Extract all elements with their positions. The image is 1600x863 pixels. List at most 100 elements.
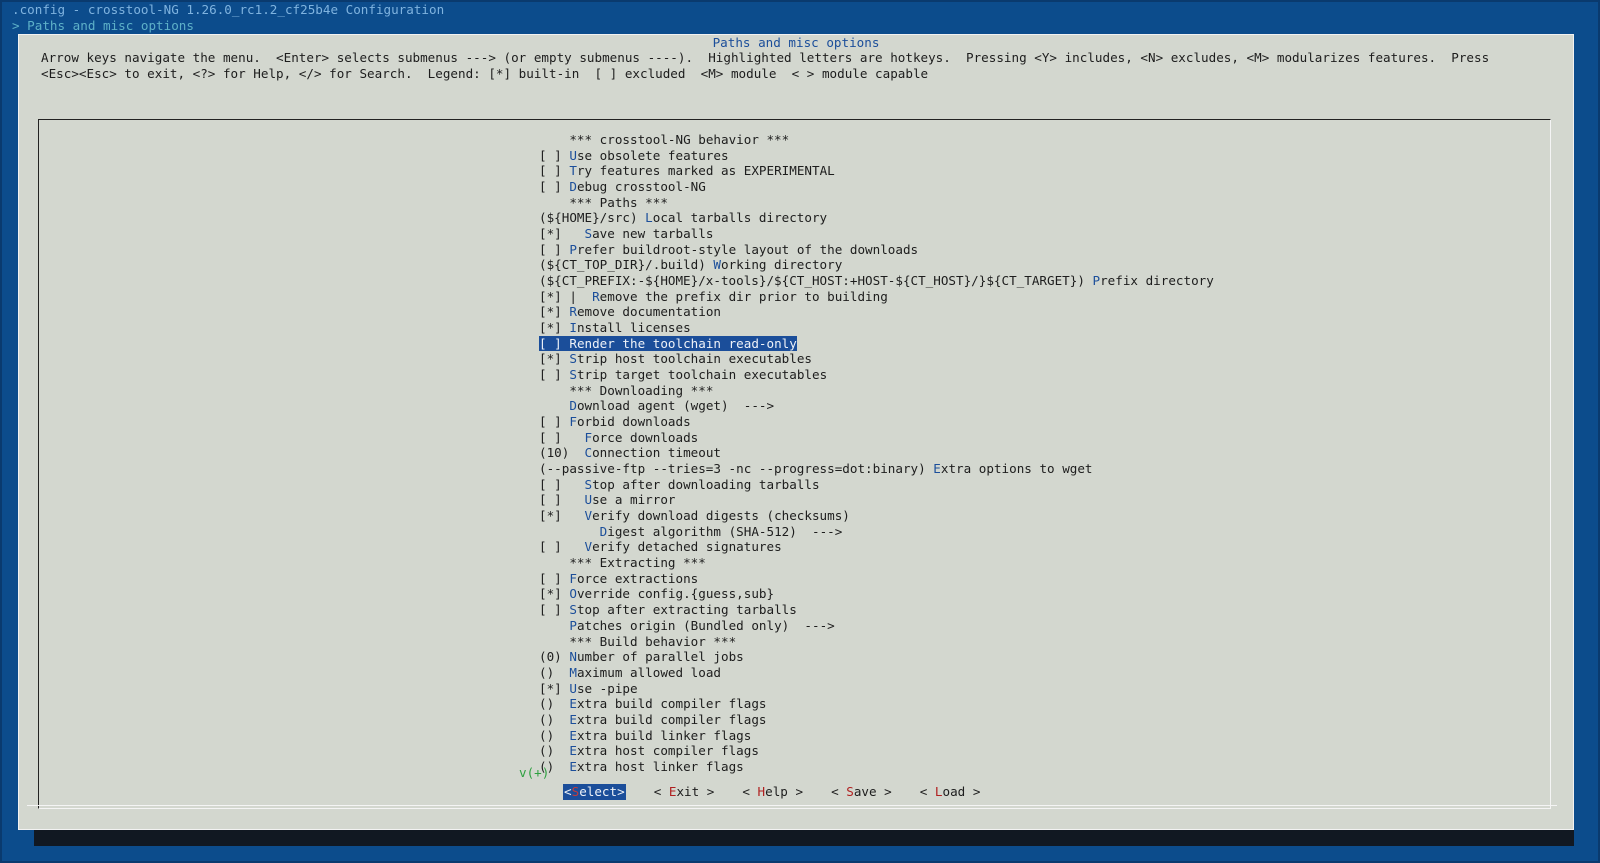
menu-item-prefix: [*] (539, 508, 585, 524)
menu-item-label: *** Build behavior *** (569, 633, 737, 649)
menu-item[interactable]: [*] | Remove the prefix dir prior to bui… (539, 289, 1214, 305)
menu-item[interactable]: [*] Remove documentation (539, 304, 1214, 320)
menu-item-hotkey: F (584, 429, 593, 445)
menu-item-prefix: [ ] (539, 492, 585, 508)
menu-item-hotkey: S (569, 351, 577, 367)
menu-item-label: onnection timeout (592, 445, 721, 461)
load-button[interactable]: < Load > (920, 784, 981, 800)
menu-item[interactable]: (${CT_TOP_DIR}/.build) Working directory (539, 257, 1214, 273)
menu-item-label: *** Extracting *** (569, 555, 706, 571)
menu-item[interactable]: [ ] Try features marked as EXPERIMENTAL (539, 163, 1214, 179)
menu-item[interactable]: [ ] Force downloads (539, 430, 1214, 446)
menu-item-prefix: (${HOME}/src) (539, 210, 646, 226)
menu-item[interactable]: [ ] Forbid downloads (539, 414, 1214, 430)
menu-item-hotkey: N (569, 649, 577, 665)
menu-item-label: igest algorithm (SHA-512) ---> (607, 523, 843, 539)
menu-item-label: ebug crosstool-NG (576, 179, 706, 195)
menu-item-prefix: (--passive-ftp --tries=3 -nc --progress=… (539, 461, 934, 477)
menu-item[interactable]: (10) Connection timeout (539, 445, 1214, 461)
menu-item-label: top after extracting tarballs (576, 602, 797, 618)
menu-item[interactable]: [ ] Force extractions (539, 571, 1214, 587)
menu-item-prefix: [ ] (539, 429, 585, 445)
save-button[interactable]: < Save > (831, 784, 892, 800)
help-button[interactable]: < Help > (742, 784, 803, 800)
menu-item[interactable]: (${HOME}/src) Local tarballs directory (539, 210, 1214, 226)
dialog-title: Paths and misc options (712, 35, 880, 50)
menu-comment: *** Paths *** (539, 195, 1214, 211)
menu-item[interactable]: [*] Verify download digests (checksums) (539, 508, 1214, 524)
menu-item[interactable]: () Maximum allowed load (539, 665, 1214, 681)
menu-item[interactable]: () Extra host linker flags (539, 759, 1214, 775)
menu-item-prefix (539, 524, 600, 539)
button-label: ave > (853, 784, 892, 799)
menu-item-label: aximum allowed load (576, 664, 721, 680)
menu-item[interactable]: () Extra build linker flags (539, 728, 1214, 744)
menu-item[interactable]: [*] Strip host toolchain executables (539, 351, 1214, 367)
menu-item-label: se -pipe (576, 680, 638, 696)
button-label: xit > (676, 784, 715, 799)
menu-item[interactable]: [ ] Use obsolete features (539, 148, 1214, 164)
menu-item[interactable]: (${CT_PREFIX:-${HOME}/x-tools}/${CT_HOST… (539, 273, 1214, 289)
menu-item[interactable]: [*] Use -pipe (539, 681, 1214, 697)
menu-item-hotkey: O (569, 586, 577, 602)
button-bracket: < (653, 784, 669, 799)
menu-item-hotkey: V (584, 508, 593, 524)
menu-item-hotkey: L (645, 210, 653, 226)
button-hotkey: H (757, 784, 766, 799)
menu-item-prefix: [*] (539, 586, 570, 602)
menu-item-hotkey: U (569, 680, 577, 696)
menu-item[interactable]: (0) Number of parallel jobs (539, 649, 1214, 665)
menu-item-prefix: (10) (539, 445, 585, 461)
menu-item-prefix: [ ] (539, 147, 570, 163)
menu-item-prefix: [ ] (539, 414, 570, 430)
menu-item-hotkey: P (569, 617, 577, 633)
menu-item[interactable]: [ ] Prefer buildroot-style layout of the… (539, 242, 1214, 258)
menu-item-prefix: [ ] (539, 476, 585, 492)
menu-item[interactable]: [*] Save new tarballs (539, 226, 1214, 242)
menu-item-prefix: [ ] (539, 335, 570, 351)
menu-item[interactable]: [ ] Stop after downloading tarballs (539, 477, 1214, 493)
menu-item[interactable]: () Extra build compiler flags (539, 696, 1214, 712)
button-bracket: < (742, 784, 758, 799)
menu-item[interactable]: [*] Install licenses (539, 320, 1214, 336)
menu-item-label: emove the prefix dir prior to building (599, 288, 888, 304)
menu-item-hotkey: E (933, 461, 941, 477)
menu-item-prefix: [ ] (539, 367, 570, 383)
menu-item-label: *** Downloading *** (569, 382, 714, 398)
menu-item-prefix: () (539, 696, 570, 712)
menu-item[interactable]: [ ] Stop after extracting tarballs (539, 602, 1214, 618)
menu-item[interactable]: [ ] Verify detached signatures (539, 539, 1214, 555)
menu-item-label: xtra build linker flags (576, 727, 752, 743)
exit-button[interactable]: < Exit > (654, 784, 715, 800)
menu-item-prefix (539, 634, 569, 649)
menu-item-label: trip host toolchain executables (576, 351, 812, 367)
menu-item[interactable]: Download agent (wget) ---> (539, 398, 1214, 414)
menu-item-prefix (539, 618, 569, 633)
menu-item[interactable]: () Extra host compiler flags (539, 743, 1214, 759)
menu-item-label: umber of parallel jobs (576, 649, 744, 665)
menu-item-hotkey: W (713, 257, 721, 273)
menu-item-prefix (539, 195, 569, 210)
select-button[interactable]: <Select> (563, 784, 626, 800)
menu-item-hotkey: S (569, 602, 577, 618)
menu-item-hotkey: D (569, 179, 577, 195)
menu-item-label: refix directory (1100, 273, 1214, 289)
menu-box: *** crosstool-NG behavior ***[ ] Use obs… (38, 119, 1551, 809)
menu-item[interactable]: [ ] Render the toolchain read-only (539, 335, 1214, 352)
menu-item[interactable]: Patches origin (Bundled only) ---> (539, 618, 1214, 634)
menu-item[interactable]: [ ] Debug crosstool-NG (539, 179, 1214, 195)
button-label: oad > (942, 784, 981, 799)
menu-item[interactable]: [ ] Use a mirror (539, 492, 1214, 508)
menu-item-prefix: [ ] (539, 602, 570, 618)
menu-item[interactable]: [*] Override config.{guess,sub} (539, 586, 1214, 602)
menu-item-prefix: [ ] (539, 539, 585, 555)
menu-item[interactable]: Digest algorithm (SHA-512) ---> (539, 524, 1214, 540)
menu-item[interactable]: () Extra build compiler flags (539, 712, 1214, 728)
menu-item[interactable]: [ ] Strip target toolchain executables (539, 367, 1214, 383)
menu-item-prefix (539, 555, 569, 570)
menu-item-hotkey: E (569, 743, 577, 759)
menu-item-prefix: (${CT_PREFIX:-${HOME}/x-tools}/${CT_HOST… (539, 273, 1093, 289)
menu-item-hotkey: E (569, 711, 577, 727)
menu-comment: *** Downloading *** (539, 383, 1214, 399)
menu-item[interactable]: (--passive-ftp --tries=3 -nc --progress=… (539, 461, 1214, 477)
